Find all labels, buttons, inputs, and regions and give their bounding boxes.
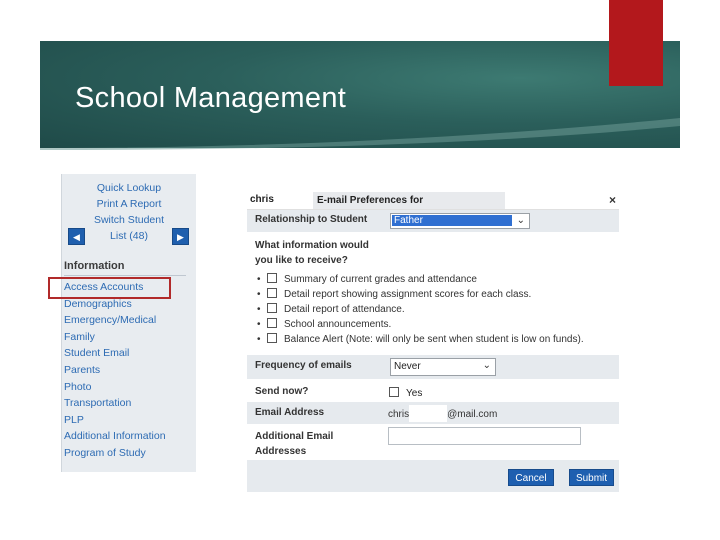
option-announcements: • School announcements. — [257, 318, 392, 330]
option-grades: • Summary of current grades and attendanc… — [257, 273, 477, 285]
additional-email-input[interactable] — [388, 427, 581, 445]
dialog-footer — [247, 460, 619, 492]
relationship-value: Father — [392, 215, 512, 226]
grades-checkbox[interactable] — [267, 273, 277, 283]
slide-title: School Management — [75, 82, 347, 114]
close-icon[interactable]: × — [609, 193, 616, 207]
email-value-start: chris — [388, 409, 410, 420]
send-now-label: Send now? — [255, 386, 309, 397]
submit-button[interactable]: Submit — [569, 469, 614, 486]
scores-checkbox[interactable] — [267, 288, 277, 298]
cancel-button[interactable]: Cancel — [508, 469, 554, 486]
option-attendance: • Detail report of attendance. — [257, 303, 405, 315]
balance-alert-checkbox[interactable] — [267, 333, 277, 343]
frequency-label: Frequency of emails — [255, 360, 352, 371]
option-balance-alert: • Balance Alert (Note: will only be sent … — [257, 333, 584, 345]
sidebar-item-student-email[interactable]: Student Email — [64, 345, 166, 362]
chevron-down-icon: ⌄ — [482, 360, 491, 371]
switch-student-link[interactable]: Switch Student — [62, 212, 196, 228]
information-links: Access Accounts Demographics Emergency/M… — [64, 279, 166, 462]
sidebar-item-plp[interactable]: PLP — [64, 412, 166, 429]
next-student-button[interactable]: ▶ — [172, 228, 189, 245]
info-options: • Summary of current grades and attendanc… — [257, 272, 584, 347]
banner-wave-decoration — [40, 118, 680, 150]
option-assignment-scores: • Detail report showing assignment scores… — [257, 288, 532, 300]
access-accounts-highlight — [48, 277, 171, 299]
left-arrow-icon: ◀ — [73, 232, 80, 242]
email-preferences-dialog: chris E-mail Preferences for × Relations… — [247, 192, 619, 492]
dialog-title-name: chris — [250, 194, 274, 205]
heading-divider — [64, 275, 186, 276]
frequency-select[interactable]: Never ⌄ — [390, 358, 496, 376]
sidebar-item-additional-information[interactable]: Additional Information — [64, 428, 166, 445]
sidebar-item-program-of-study[interactable]: Program of Study — [64, 445, 166, 462]
email-value-end: @mail.com — [447, 409, 498, 420]
email-value[interactable]: chris @mail.com — [388, 405, 497, 422]
send-now-checkbox[interactable] — [389, 387, 399, 397]
additional-email-label: Additional Email Addresses — [255, 431, 334, 457]
relationship-select[interactable]: Father ⌄ — [390, 213, 530, 229]
sidebar-item-transportation[interactable]: Transportation — [64, 395, 166, 412]
chevron-down-icon: ⌄ — [516, 215, 525, 226]
information-heading: Information — [64, 260, 125, 272]
email-redaction — [409, 405, 448, 422]
attendance-checkbox[interactable] — [267, 303, 277, 313]
right-arrow-icon: ▶ — [177, 232, 184, 242]
dialog-title-text: E-mail Preferences for — [313, 192, 505, 209]
relationship-label: Relationship to Student — [255, 214, 368, 225]
sidebar-item-photo[interactable]: Photo — [64, 379, 166, 396]
sidebar-item-emergency-medical[interactable]: Emergency/Medical — [64, 312, 166, 329]
frequency-value: Never — [394, 361, 421, 372]
send-now-option: Yes — [389, 387, 422, 399]
sidebar-item-family[interactable]: Family — [64, 329, 166, 346]
email-label: Email Address — [255, 407, 325, 418]
sidebar-item-parents[interactable]: Parents — [64, 362, 166, 379]
info-question-label: What information would you like to recei… — [255, 240, 369, 266]
announcements-checkbox[interactable] — [267, 318, 277, 328]
red-accent-tab — [609, 0, 663, 86]
prev-student-button[interactable]: ◀ — [68, 228, 85, 245]
quick-lookup-link[interactable]: Quick Lookup — [62, 180, 196, 196]
print-report-link[interactable]: Print A Report — [62, 196, 196, 212]
student-sidebar: Quick Lookup Print A Report Switch Stude… — [61, 174, 196, 472]
dialog-title-bar: chris E-mail Preferences for × — [247, 192, 619, 210]
